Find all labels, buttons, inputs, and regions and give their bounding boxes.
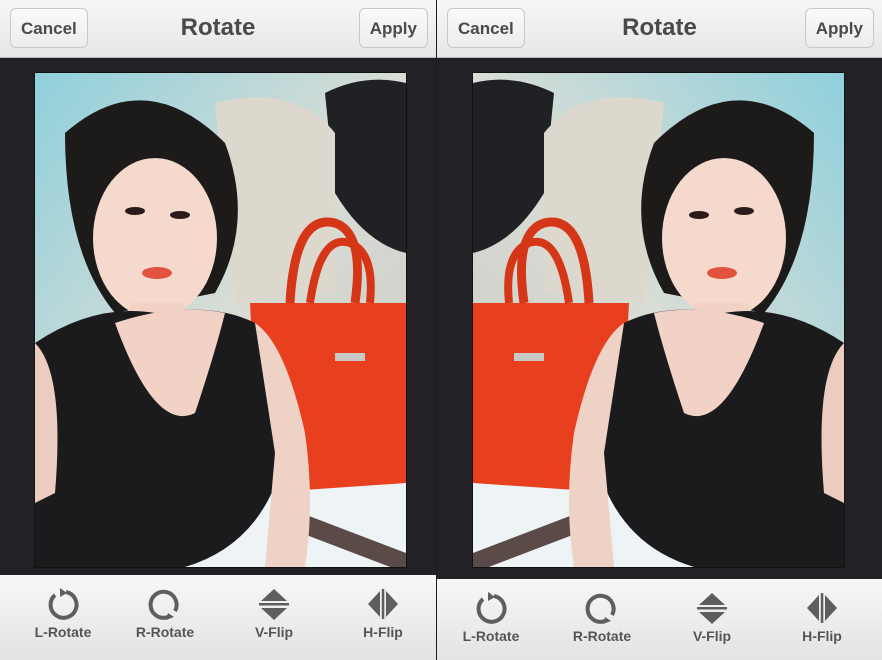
v-flip-button[interactable]: V-Flip (662, 579, 762, 659)
tool-label: R-Rotate (572, 628, 632, 644)
bottom-toolbar: L-Rotate R-Rotate V-Flip H-Flip (437, 579, 882, 660)
v-flip-button[interactable]: V-Flip (224, 575, 324, 655)
rotate-right-icon (585, 593, 616, 624)
flip-horizontal-icon (807, 593, 837, 623)
l-rotate-button[interactable]: L-Rotate (13, 575, 113, 655)
h-flip-button[interactable]: H-Flip (333, 575, 433, 655)
photo-preview (472, 72, 845, 568)
editor-screen-right: Cancel Rotate Apply L-Rotate R-Rotate V-… (437, 0, 882, 660)
flip-horizontal-icon (368, 589, 398, 619)
h-flip-button[interactable]: H-Flip (772, 579, 872, 659)
photo-canvas (437, 58, 882, 579)
rotate-left-icon (48, 588, 79, 620)
r-rotate-button[interactable]: R-Rotate (115, 575, 215, 655)
tool-label: H-Flip (363, 624, 403, 640)
photo-image-flipped (473, 73, 844, 567)
bottom-toolbar: L-Rotate R-Rotate V-Flip H-Flip (0, 575, 436, 660)
apply-button[interactable]: Apply (804, 8, 874, 48)
photo-canvas (0, 58, 436, 575)
tool-label: L-Rotate (462, 628, 520, 644)
r-rotate-button[interactable]: R-Rotate (552, 579, 652, 659)
tool-label: L-Rotate (34, 624, 92, 640)
flip-vertical-icon (259, 589, 289, 620)
rotate-right-icon (148, 589, 179, 620)
photo-image (35, 73, 406, 567)
header-bar: Cancel Rotate Apply (0, 0, 436, 58)
header-bar: Cancel Rotate Apply (437, 0, 882, 58)
flip-vertical-icon (697, 593, 727, 624)
editor-screen-left: Cancel Rotate Apply L-Rotate R-Rotate V-… (0, 0, 436, 660)
tool-label: H-Flip (802, 628, 842, 644)
tool-label: V-Flip (254, 624, 294, 640)
photo-preview (34, 72, 407, 568)
l-rotate-button[interactable]: L-Rotate (441, 579, 541, 659)
tool-label: R-Rotate (135, 624, 195, 640)
tool-label: V-Flip (692, 628, 732, 644)
rotate-left-icon (476, 592, 507, 624)
apply-button[interactable]: Apply (358, 8, 428, 48)
